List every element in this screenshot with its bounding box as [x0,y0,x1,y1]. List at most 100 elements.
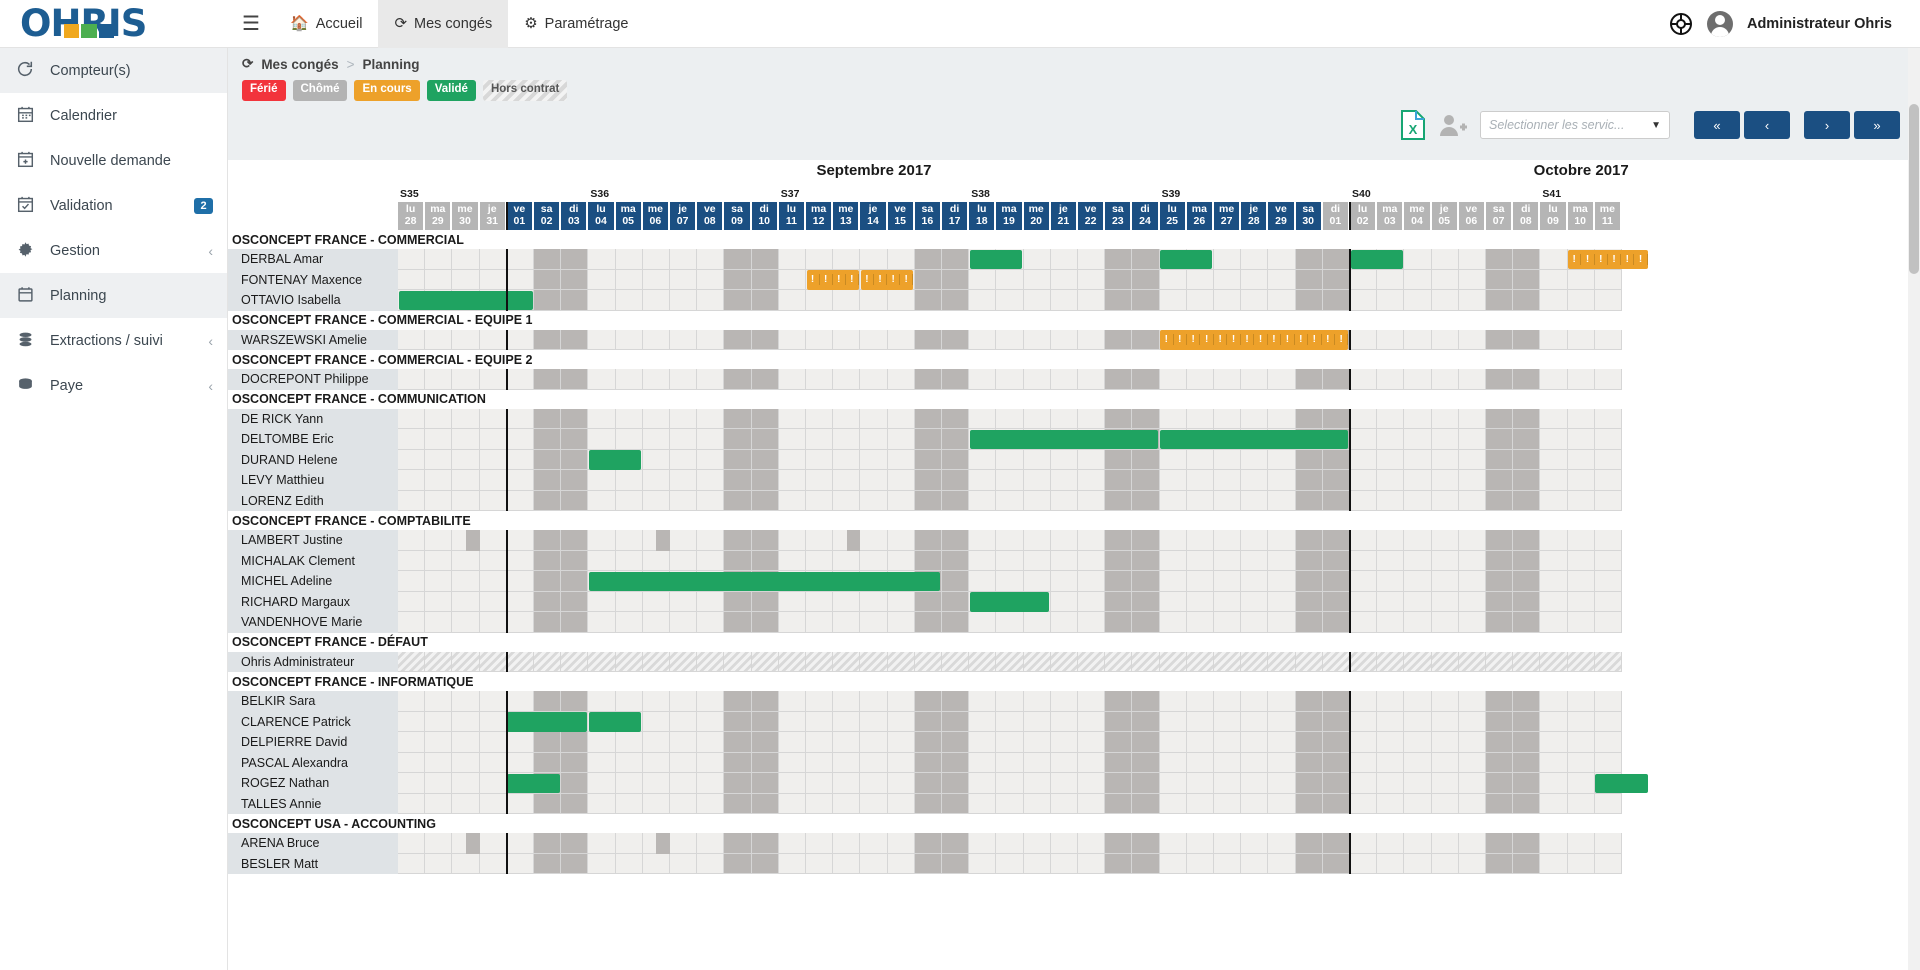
calendar-cell[interactable] [615,732,643,753]
calendar-cell[interactable] [670,550,698,571]
day-header-cell[interactable]: di 08 [1513,202,1540,230]
calendar-cell[interactable] [860,732,888,753]
calendar-cell[interactable] [914,290,942,311]
calendar-cell[interactable] [751,290,779,311]
calendar-cell[interactable] [1132,732,1160,753]
calendar-cell[interactable] [425,691,453,712]
calendar-cell[interactable] [1023,833,1051,854]
calendar-cell[interactable] [942,369,970,390]
calendar-cell[interactable] [778,329,806,350]
calendar-cell[interactable] [588,290,616,311]
calendar-cell[interactable] [887,470,915,491]
calendar-cell[interactable] [670,732,698,753]
calendar-cell[interactable] [506,329,534,350]
calendar-cell[interactable] [479,853,507,874]
calendar-cell[interactable] [778,651,806,672]
calendar-cell[interactable] [1186,571,1214,592]
calendar-cell[interactable] [1050,732,1078,753]
calendar-cell[interactable] [1186,290,1214,311]
day-header-cell[interactable]: di 03 [561,202,588,230]
calendar-cell[interactable] [1594,550,1622,571]
excel-export-icon[interactable]: X [1400,110,1426,140]
calendar-cell[interactable] [1350,752,1378,773]
calendar-cell[interactable] [833,249,861,270]
leave-bar-valide[interactable] [588,712,642,732]
calendar-cell[interactable] [1458,752,1486,773]
calendar-cell[interactable] [1132,691,1160,712]
day-header-cell[interactable]: lu 04 [588,202,615,230]
calendar-cell[interactable] [806,612,834,633]
calendar-cell[interactable] [942,269,970,290]
calendar-cell[interactable] [670,833,698,854]
employee-name[interactable]: RICHARD Margaux [228,591,398,612]
calendar-cell[interactable] [1540,773,1568,794]
day-header-cell[interactable]: sa 07 [1486,202,1513,230]
calendar-cell[interactable] [534,612,562,633]
calendar-cell[interactable] [1594,853,1622,874]
calendar-cell[interactable] [1295,571,1323,592]
calendar-cell[interactable] [724,269,752,290]
calendar-cell[interactable] [398,651,426,672]
calendar-cell[interactable] [642,793,670,814]
calendar-cell[interactable] [534,408,562,429]
calendar-cell[interactable] [561,449,589,470]
calendar-cell[interactable] [1486,429,1514,450]
calendar-cell[interactable] [642,612,670,633]
calendar-cell[interactable] [697,530,725,551]
calendar-cell[interactable] [697,732,725,753]
calendar-cell[interactable] [806,711,834,732]
calendar-cell[interactable] [942,571,970,592]
calendar-cell[interactable] [724,530,752,551]
calendar-cell[interactable] [860,773,888,794]
calendar-cell[interactable] [1567,449,1595,470]
calendar-cell[interactable] [1594,408,1622,429]
calendar-cell[interactable] [914,530,942,551]
calendar-cell[interactable] [724,591,752,612]
calendar-cell[interactable] [1513,752,1541,773]
calendar-cell[interactable] [806,329,834,350]
calendar-cell[interactable] [506,470,534,491]
calendar-cell[interactable] [1540,752,1568,773]
calendar-cell[interactable] [1513,408,1541,429]
calendar-cell[interactable] [670,249,698,270]
calendar-cell[interactable] [1350,449,1378,470]
calendar-cell[interactable] [1214,530,1242,551]
calendar-cell[interactable] [751,752,779,773]
calendar-cell[interactable] [670,408,698,429]
calendar-cell[interactable] [670,530,698,551]
calendar-cell[interactable] [452,490,480,511]
calendar-cell[interactable] [1431,329,1459,350]
calendar-cell[interactable] [425,550,453,571]
calendar-cell[interactable] [1350,429,1378,450]
calendar-cell[interactable] [1377,711,1405,732]
calendar-cell[interactable] [1458,612,1486,633]
calendar-cell[interactable] [1268,612,1296,633]
calendar-cell[interactable] [479,773,507,794]
calendar-cell[interactable] [1159,369,1187,390]
calendar-cell[interactable] [1567,591,1595,612]
calendar-cell[interactable] [670,429,698,450]
calendar-cell[interactable] [642,429,670,450]
calendar-cell[interactable] [996,329,1024,350]
calendar-cell[interactable] [1295,651,1323,672]
calendar-cell[interactable] [670,612,698,633]
employee-name[interactable]: MICHEL Adeline [228,571,398,592]
calendar-cell[interactable] [534,651,562,672]
calendar-cell[interactable] [588,329,616,350]
calendar-cell[interactable] [534,470,562,491]
calendar-cell[interactable] [1078,691,1106,712]
calendar-cell[interactable] [1023,249,1051,270]
calendar-cell[interactable] [1513,290,1541,311]
calendar-cell[interactable] [452,449,480,470]
calendar-cell[interactable] [751,773,779,794]
calendar-cell[interactable] [1567,691,1595,712]
calendar-cell[interactable] [887,408,915,429]
calendar-cell[interactable] [914,651,942,672]
day-header-cell[interactable]: me 30 [452,202,479,230]
calendar-cell[interactable] [860,793,888,814]
calendar-cell[interactable] [1594,530,1622,551]
day-header-cell[interactable]: di 17 [942,202,969,230]
calendar-cell[interactable] [1567,290,1595,311]
calendar-cell[interactable] [996,711,1024,732]
employee-name[interactable]: LAMBERT Justine [228,530,398,551]
